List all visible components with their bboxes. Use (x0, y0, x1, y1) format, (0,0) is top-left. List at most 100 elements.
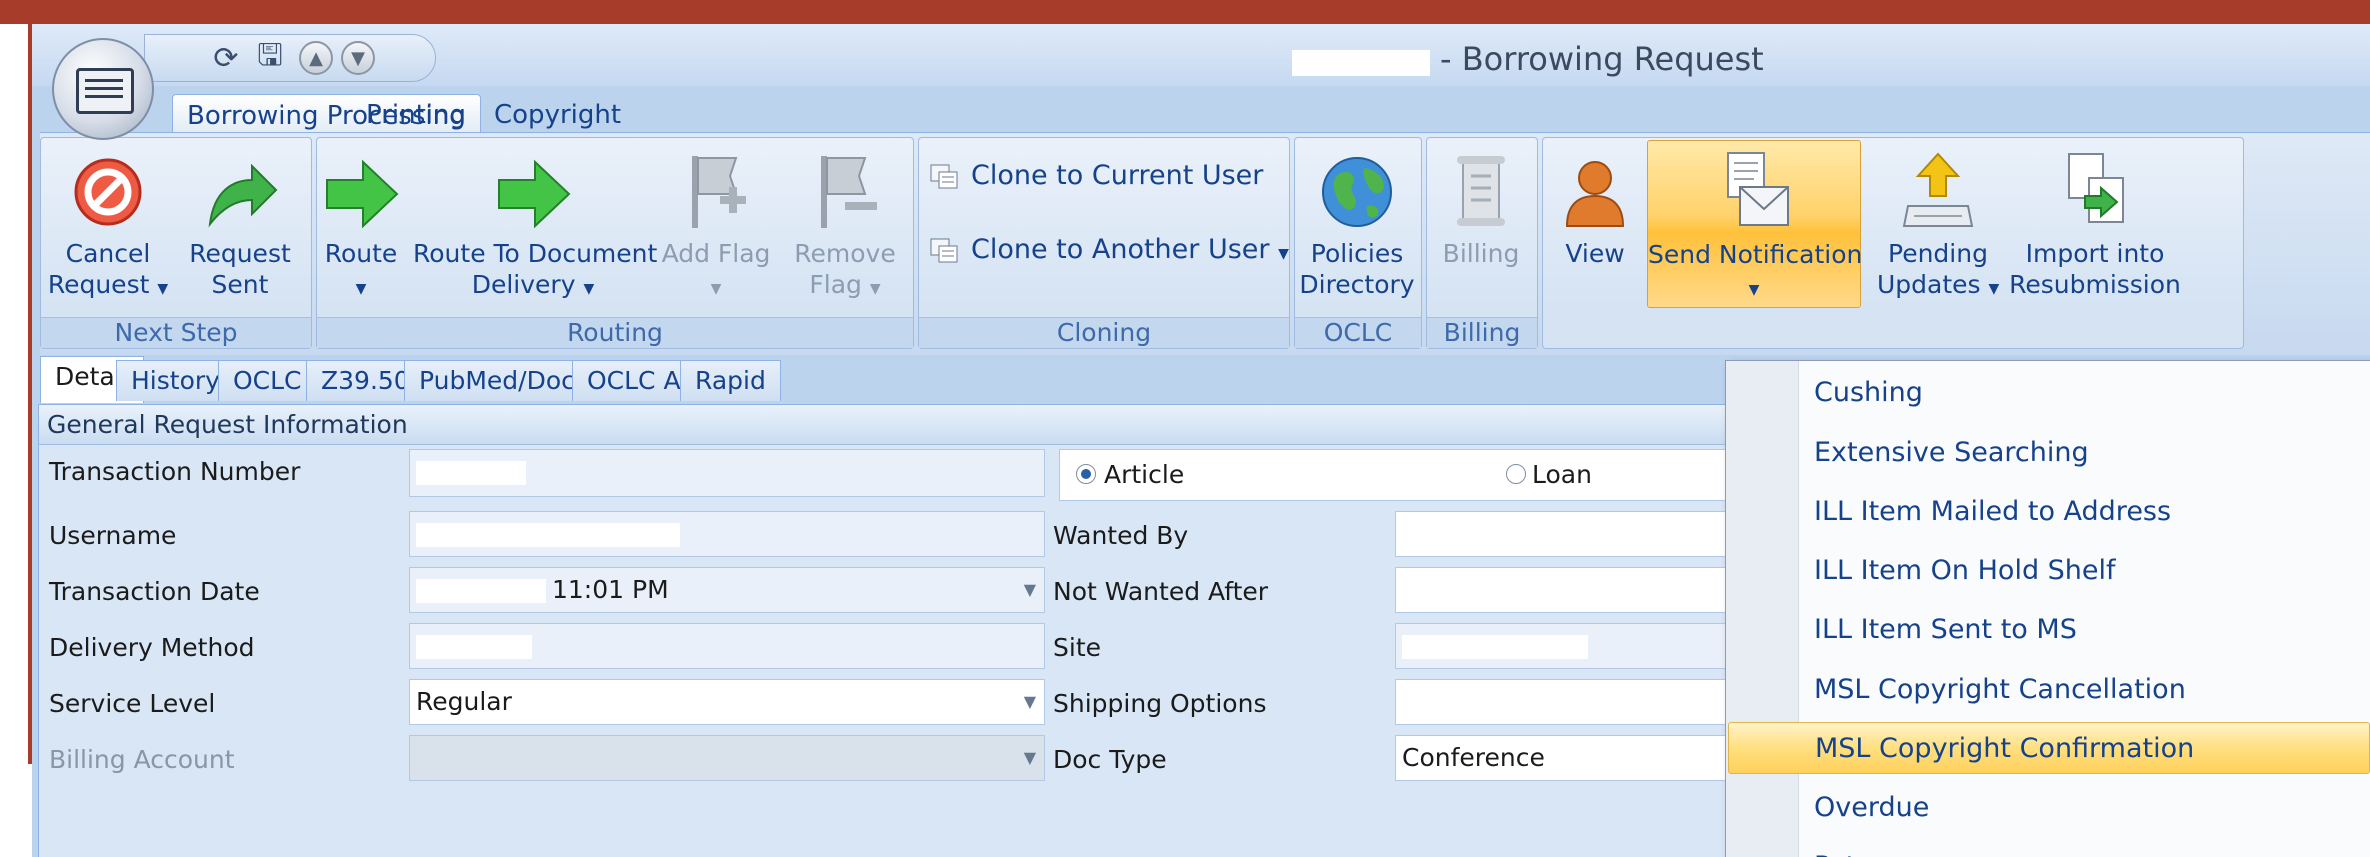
transaction-number-label: Transaction Number (49, 457, 301, 486)
wanted-by-label: Wanted By (1053, 521, 1189, 550)
add-flag-button[interactable]: Add Flag ▼ (657, 146, 775, 306)
send-notification-button[interactable]: Send Notification ▼ (1647, 140, 1862, 308)
remove-flag-label-2: Flag ▼ (785, 269, 905, 305)
group-label-oclc: OCLC (1295, 317, 1421, 348)
import-label-2: Resubmission (2009, 270, 2181, 299)
chevron-down-icon: ▼ (869, 281, 881, 297)
request-sent-label-1: Request (189, 239, 291, 268)
menu-item-cushing[interactable]: Cushing (1728, 367, 2370, 419)
group-label-cloning: Cloning (919, 317, 1289, 348)
radio-loan-label: Loan (1532, 460, 1592, 489)
username-label: Username (49, 521, 177, 550)
envelope-icon (1727, 152, 1789, 226)
remove-flag-button[interactable]: Remove Flag ▼ (785, 146, 905, 306)
service-level-label: Service Level (49, 689, 216, 718)
doc-type-label: Doc Type (1053, 745, 1167, 774)
tab-printing[interactable]: Printing (352, 94, 480, 136)
remove-flag-label-1: Remove (794, 239, 896, 268)
billing-account-label: Billing Account (49, 745, 235, 774)
pending-updates-button[interactable]: Pending Updates ▼ (1877, 146, 1999, 306)
tab-rapid[interactable]: Rapid (680, 360, 781, 401)
chevron-down-icon: ▼ (1748, 282, 1760, 298)
request-sent-button[interactable]: Request Sent (175, 146, 305, 306)
service-level-value: Regular (416, 687, 512, 716)
pending-label-1: Pending (1888, 239, 1988, 268)
radio-article[interactable] (1076, 464, 1096, 484)
cancel-request-label-2: Request ▼ (47, 269, 169, 305)
tab-copyright[interactable]: Copyright (480, 94, 635, 136)
route-button[interactable]: Route ▼ (321, 146, 401, 306)
billing-account-select[interactable]: ▼ (409, 735, 1045, 781)
cancel-icon (74, 158, 142, 226)
import-into-resubmission-button[interactable]: Import into Resubmission (2009, 146, 2181, 306)
transaction-time: 11:01 PM (552, 575, 669, 604)
menu-item-ill-item-on-hold[interactable]: ILL Item On Hold Shelf (1728, 545, 2370, 597)
redacted-value (416, 461, 526, 485)
scroll-icon (1457, 156, 1505, 226)
radio-article-label: Article (1104, 460, 1185, 489)
cancel-request-label-1: Cancel (65, 239, 151, 268)
route-label: Route (324, 239, 398, 268)
site-label: Site (1053, 633, 1101, 662)
policies-label-1: Policies (1310, 239, 1404, 268)
title-bar: ⟳ 🖫 ▲ ▼ - Borrowing Request (32, 24, 2370, 86)
service-level-select[interactable]: Regular ▼ (409, 679, 1045, 725)
group-routing: Route ▼ Route To Document Delivery ▼ Add… (316, 137, 914, 349)
move-down-icon[interactable]: ▼ (341, 41, 375, 75)
refresh-icon[interactable]: ⟳ (209, 41, 243, 76)
menu-item-ill-item-sent-ms[interactable]: ILL Item Sent to MS (1728, 604, 2370, 656)
policies-label-2: Directory (1299, 270, 1415, 299)
view-button[interactable]: View (1553, 146, 1637, 306)
group-label-routing: Routing (317, 317, 913, 348)
tab-oclc[interactable]: OCLC (218, 360, 317, 401)
transaction-date-label: Transaction Date (49, 577, 260, 606)
chevron-down-icon: ▼ (1278, 246, 1289, 262)
chevron-down-icon: ▼ (157, 281, 169, 297)
menu-item-overdue[interactable]: Overdue (1728, 782, 2370, 834)
pending-label-2: Updates ▼ (1877, 269, 1999, 305)
clone-to-current-user-button[interactable]: Clone to Current User (929, 156, 1263, 196)
menu-item-msl-copyright-confirmation[interactable]: MSL Copyright Confirmation (1728, 722, 2370, 774)
application-menu-button[interactable] (52, 38, 154, 140)
menu-item-ill-item-mailed[interactable]: ILL Item Mailed to Address (1728, 486, 2370, 538)
import-label-1: Import into (2025, 239, 2165, 268)
ribbon-tab-strip: Borrowing Processing Printing Copyright (32, 86, 2370, 137)
group-label-billing: Billing (1427, 317, 1537, 348)
billing-label: Billing (1442, 239, 1520, 268)
cancel-request-label-2-text: Request (47, 270, 150, 299)
chevron-down-icon: ▼ (355, 281, 367, 297)
chevron-down-icon[interactable]: ▼ (1024, 568, 1036, 612)
policies-directory-button[interactable]: Policies Directory (1299, 146, 1415, 306)
remove-flag-icon (821, 156, 877, 228)
route-to-document-label-2: Delivery ▼ (413, 269, 653, 305)
delivery-method-field[interactable] (409, 623, 1045, 669)
globe-icon (1322, 157, 1392, 227)
billing-button[interactable]: Billing (1431, 146, 1531, 306)
menu-item-patron[interactable]: Patron (1728, 841, 2370, 857)
transaction-date-field[interactable]: 11:01 PM ▼ (409, 567, 1045, 613)
group-billing: Billing Billing (1426, 137, 1538, 349)
chevron-down-icon: ▼ (710, 281, 722, 297)
chevron-down-icon[interactable]: ▼ (1024, 680, 1036, 724)
cancel-request-button[interactable]: Cancel Request ▼ (47, 146, 169, 306)
transaction-number-field[interactable] (409, 449, 1045, 497)
chevron-down-icon: ▼ (583, 281, 595, 297)
move-up-icon[interactable]: ▲ (299, 41, 333, 75)
radio-loan[interactable] (1506, 464, 1526, 484)
group-cloning: Clone to Current User Clone to Another U… (918, 137, 1290, 349)
menu-item-msl-copyright-cancellation[interactable]: MSL Copyright Cancellation (1728, 664, 2370, 716)
group-next-step: Cancel Request ▼ Request Sent Next Step (40, 137, 312, 349)
save-icon[interactable]: 🖫 (253, 38, 287, 75)
delivery-method-label: Delivery Method (49, 633, 255, 662)
route-arrow-icon (326, 159, 399, 229)
menu-item-extensive-searching[interactable]: Extensive Searching (1728, 427, 2370, 479)
route-to-document-label-2-text: Delivery (471, 270, 576, 299)
username-field[interactable] (409, 511, 1045, 557)
redacted-value (416, 579, 546, 603)
window-frame-top (0, 0, 2370, 24)
route-to-document-delivery-button[interactable]: Route To Document Delivery ▼ (413, 146, 657, 306)
clone-to-another-user-button[interactable]: Clone to Another User ▼ (929, 230, 1289, 270)
quick-access-toolbar: ⟳ 🖫 ▲ ▼ (144, 34, 436, 82)
send-notification-menu: Cushing Extensive Searching ILL Item Mai… (1725, 360, 2370, 857)
window-frame-left (0, 24, 32, 857)
